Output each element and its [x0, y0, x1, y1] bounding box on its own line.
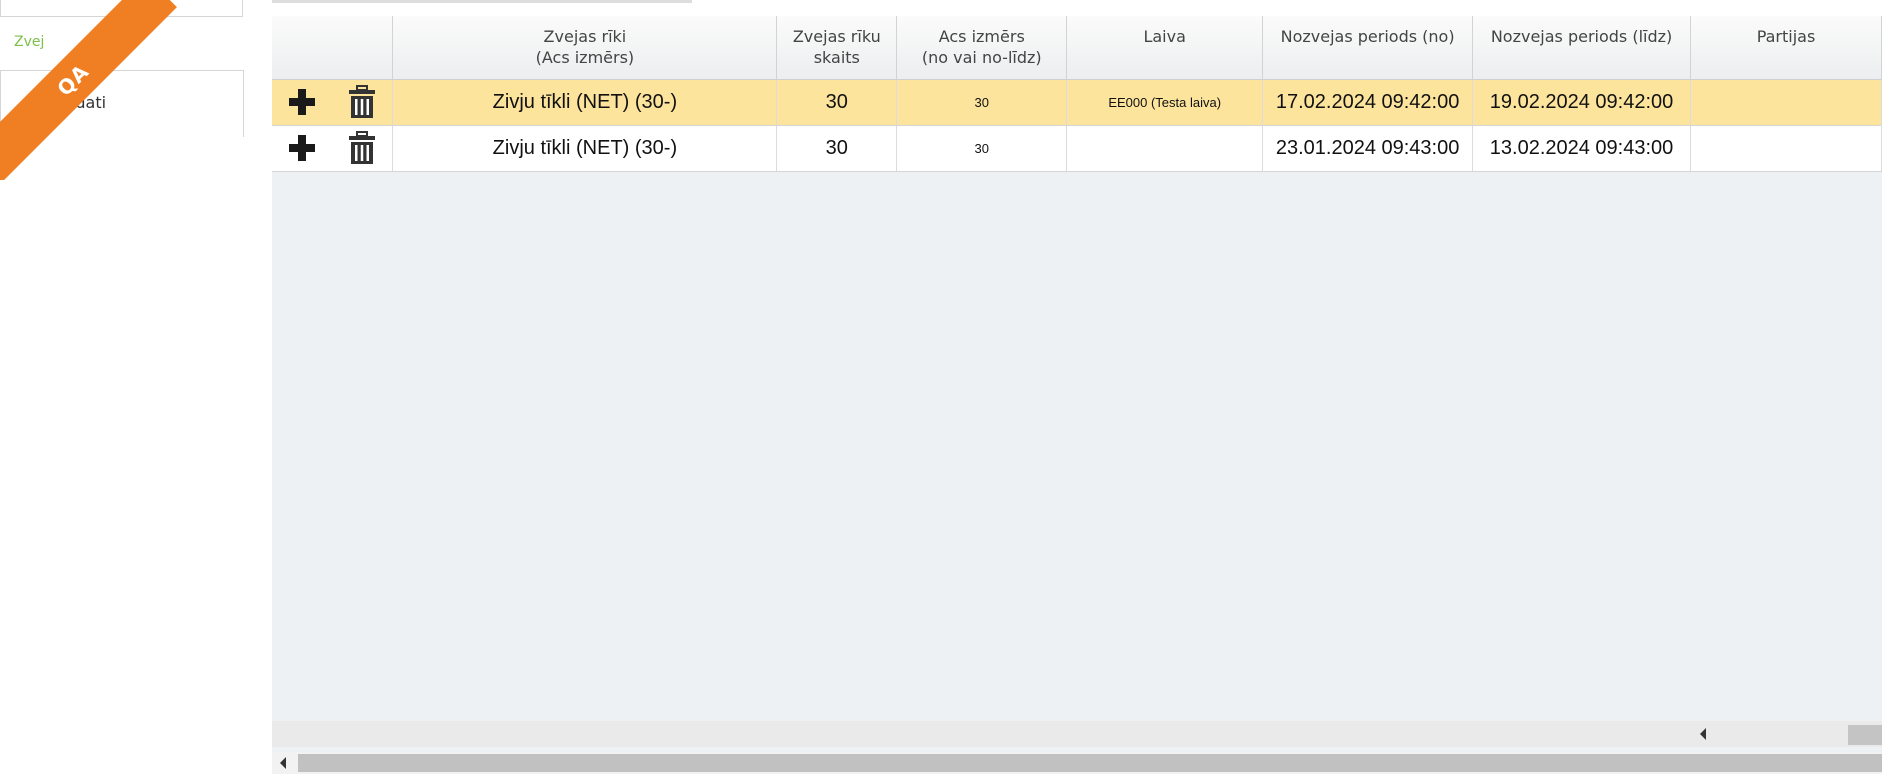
trash-icon[interactable] — [348, 131, 376, 165]
scroll-left-icon[interactable] — [280, 757, 286, 769]
column-header-gear[interactable]: Zvejas rīki (Acs izmērs) — [392, 16, 778, 80]
plus-icon[interactable] — [288, 134, 316, 162]
row-actions — [272, 79, 394, 126]
cell-mesh[interactable]: 30 — [896, 79, 1068, 126]
cell-from[interactable]: 23.01.2024 09:43:00 — [1262, 125, 1474, 172]
row-actions — [272, 125, 394, 172]
column-header-to[interactable]: Nozvejas periods (līdz) — [1472, 16, 1692, 80]
gear-table: Zvejas rīki (Acs izmērs) Zvejas rīku skai… — [272, 16, 1882, 172]
page-horizontal-scrollbar[interactable] — [272, 752, 1882, 774]
trash-icon[interactable] — [348, 85, 376, 119]
cell-count[interactable]: 30 — [776, 125, 898, 172]
column-header-actions — [272, 16, 394, 80]
cell-to[interactable]: 13.02.2024 09:43:00 — [1472, 125, 1692, 172]
cell-batches[interactable] — [1690, 125, 1882, 172]
cell-count[interactable]: 30 — [776, 79, 898, 126]
sidebar-item-dati[interactable]: ie dati — [56, 93, 106, 112]
column-header-count[interactable]: Zvejas rīku skaits — [776, 16, 898, 80]
scrollbar-thumb[interactable] — [298, 754, 1882, 772]
sidebar-top-box — [0, 0, 243, 17]
table-row[interactable]: Zivju tīkli (NET) (30-) 30 30 23.01.2024 09… — [272, 125, 1882, 172]
column-header-mesh[interactable]: Acs izmērs (no vai no-līdz) — [896, 16, 1068, 80]
table-header-row: Zvejas rīki (Acs izmērs) Zvejas rīku skai… — [272, 16, 1882, 80]
cell-boat[interactable] — [1066, 125, 1264, 172]
cell-boat[interactable]: EE000 (Testa laiva) — [1066, 79, 1264, 126]
cell-to[interactable]: 19.02.2024 09:42:00 — [1472, 79, 1692, 126]
top-faded-text — [272, 0, 1882, 8]
cell-from[interactable]: 17.02.2024 09:42:00 — [1262, 79, 1474, 126]
column-header-batches[interactable]: Partijas — [1690, 16, 1882, 80]
cell-gear[interactable]: Zivju tīkli (NET) (30-) — [392, 125, 778, 172]
column-header-from[interactable]: Nozvejas periods (no) — [1262, 16, 1474, 80]
sidebar: Zvej ie dati QA — [0, 0, 250, 774]
sidebar-panel — [0, 70, 244, 137]
inner-horizontal-scrollbar[interactable] — [272, 721, 1882, 747]
cell-gear[interactable]: Zivju tīkli (NET) (30-) — [392, 79, 778, 126]
column-header-boat[interactable]: Laiva — [1066, 16, 1264, 80]
cell-mesh[interactable]: 30 — [896, 125, 1068, 172]
plus-icon[interactable] — [288, 88, 316, 116]
catch-gear-grid: Zvejas rīki (Acs izmērs) Zvejas rīku skai… — [272, 16, 1882, 774]
sidebar-tab-zveja[interactable]: Zvej — [14, 34, 44, 50]
scroll-left-icon[interactable] — [1700, 728, 1706, 740]
scrollbar-thumb[interactable] — [1848, 725, 1882, 745]
cell-batches[interactable] — [1690, 79, 1882, 126]
table-row[interactable]: Zivju tīkli (NET) (30-) 30 30 EE000 (Testa … — [272, 79, 1882, 126]
